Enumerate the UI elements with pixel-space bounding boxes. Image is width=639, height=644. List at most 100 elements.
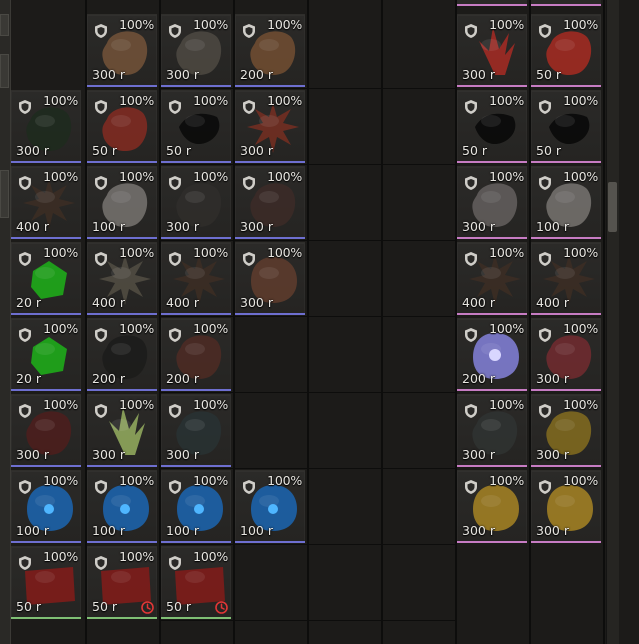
inventory-item[interactable]: 100% 50 r — [457, 90, 527, 163]
shield-icon — [95, 328, 107, 342]
inventory-item[interactable]: 100% 50 r — [11, 546, 81, 619]
inventory-item[interactable]: 100% 200 r — [235, 14, 305, 87]
shield-icon — [243, 100, 255, 114]
inventory-item[interactable]: 100% 400 r — [87, 242, 157, 315]
item-price: 300 r — [166, 67, 199, 82]
grid-row-divider — [159, 392, 455, 393]
shield-icon — [539, 24, 551, 38]
inventory-item[interactable]: 100% 300 r — [87, 14, 157, 87]
item-price: 300 r — [166, 447, 199, 462]
rarity-underline — [161, 389, 231, 391]
inventory-item[interactable]: 100% 300 r — [235, 90, 305, 163]
rarity-underline — [531, 541, 601, 543]
shield-icon — [169, 556, 181, 570]
inventory-item[interactable]: 100% 300 r — [161, 166, 231, 239]
inventory-item[interactable]: 100% 300 r — [161, 394, 231, 467]
item-price: 300 r — [462, 219, 495, 234]
rarity-underline — [235, 237, 305, 239]
inventory-item[interactable]: 100% 400 r — [161, 242, 231, 315]
inventory-item[interactable]: 100% 200 r — [87, 318, 157, 391]
durability-percent: 100% — [193, 17, 228, 32]
inventory-item[interactable]: 100% 300 r — [235, 166, 305, 239]
inventory-item[interactable]: 100% 50 r — [531, 90, 601, 163]
shield-icon — [465, 480, 477, 494]
durability-percent: 100% — [193, 169, 228, 184]
shield-icon — [95, 556, 107, 570]
durability-percent: 100% — [267, 245, 302, 260]
item-price: 50 r — [536, 143, 562, 158]
rarity-underline — [161, 161, 231, 163]
scrollbar-track[interactable] — [606, 0, 619, 644]
inventory-item[interactable]: 100% 300 r — [457, 166, 527, 239]
durability-percent: 100% — [43, 169, 78, 184]
left-tab-2[interactable] — [0, 54, 9, 88]
inventory-item[interactable]: 100% 200 r — [161, 318, 231, 391]
left-tab-1[interactable] — [0, 14, 9, 36]
inventory-item[interactable]: 100% 100 r — [87, 470, 157, 543]
inventory-screen: 100% 300 r 100% 300 r 100% 200 r 100% 300 r 100%… — [0, 0, 639, 644]
inventory-item[interactable]: 100% 300 r — [161, 14, 231, 87]
item-price: 300 r — [92, 447, 125, 462]
inventory-item[interactable]: 100% 50 r — [161, 90, 231, 163]
rarity-underline — [11, 541, 81, 543]
shield-icon — [539, 480, 551, 494]
item-price: 50 r — [92, 599, 118, 614]
scrollbar-thumb[interactable] — [608, 182, 617, 232]
inventory-item[interactable]: 100% 300 r — [457, 14, 527, 87]
inventory-item[interactable]: 100% 400 r — [531, 242, 601, 315]
item-price: 50 r — [16, 599, 42, 614]
item-price: 100 r — [166, 523, 199, 538]
shield-icon — [243, 24, 255, 38]
rarity-underline — [531, 237, 601, 239]
inventory-item[interactable]: 100% 20 r — [11, 318, 81, 391]
inventory-item[interactable]: 100% 100 r — [531, 166, 601, 239]
rarity-underline — [161, 617, 231, 619]
item-price: 300 r — [462, 447, 495, 462]
expiry-clock-icon — [215, 601, 228, 614]
durability-percent: 100% — [563, 169, 598, 184]
grid-row-divider — [159, 544, 455, 545]
durability-percent: 100% — [563, 17, 598, 32]
inventory-item[interactable]: 100% 300 r — [457, 394, 527, 467]
inventory-item[interactable]: 100% 50 r — [161, 546, 231, 619]
inventory-item[interactable]: 100% 50 r — [87, 546, 157, 619]
item-price: 400 r — [16, 219, 49, 234]
inventory-item[interactable]: 100% 300 r — [87, 394, 157, 467]
inventory-item[interactable]: 100% 50 r — [87, 90, 157, 163]
inventory-item[interactable]: 100% 300 r — [11, 90, 81, 163]
inventory-item[interactable]: 100% 300 r — [235, 242, 305, 315]
inventory-item[interactable]: 100% 100 r — [235, 470, 305, 543]
inventory-item[interactable]: 100% 100 r — [161, 470, 231, 543]
rarity-underline — [87, 389, 157, 391]
item-price: 100 r — [92, 219, 125, 234]
durability-percent: 100% — [267, 93, 302, 108]
inventory-item[interactable]: 100% 300 r — [531, 318, 601, 391]
item-price: 100 r — [16, 523, 49, 538]
inventory-item[interactable]: 100% 300 r — [531, 470, 601, 543]
inventory-item[interactable]: 100% 100 r — [11, 470, 81, 543]
inventory-item[interactable]: 100% 400 r — [457, 242, 527, 315]
durability-percent: 100% — [43, 549, 78, 564]
partial-item-slot[interactable] — [457, 0, 527, 6]
rarity-underline — [531, 161, 601, 163]
inventory-item[interactable]: 100% 50 r — [531, 14, 601, 87]
shield-icon — [465, 176, 477, 190]
durability-percent: 100% — [489, 17, 524, 32]
rarity-underline — [235, 85, 305, 87]
inventory-item[interactable]: 100% 200 r — [457, 318, 527, 391]
rarity-underline — [531, 313, 601, 315]
inventory-item[interactable]: 100% 400 r — [11, 166, 81, 239]
durability-percent: 100% — [267, 473, 302, 488]
rarity-underline — [235, 541, 305, 543]
left-tab-3[interactable] — [0, 170, 9, 218]
grid-row-divider — [159, 88, 455, 89]
partial-item-slot[interactable] — [531, 0, 601, 6]
rarity-underline — [457, 4, 527, 6]
inventory-item[interactable]: 100% 100 r — [87, 166, 157, 239]
inventory-item[interactable]: 100% 300 r — [531, 394, 601, 467]
inventory-item[interactable]: 100% 300 r — [457, 470, 527, 543]
durability-percent: 100% — [193, 245, 228, 260]
rarity-underline — [87, 85, 157, 87]
inventory-item[interactable]: 100% 20 r — [11, 242, 81, 315]
inventory-item[interactable]: 100% 300 r — [11, 394, 81, 467]
